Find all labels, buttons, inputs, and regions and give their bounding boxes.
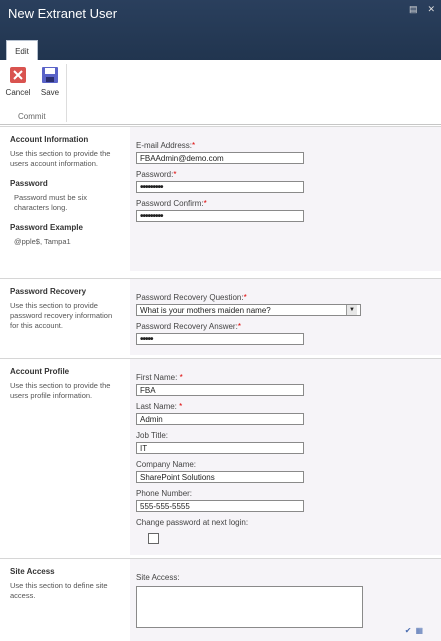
check-names-icon[interactable]: ✔ <box>405 626 412 635</box>
section-title: Password Recovery <box>10 287 87 296</box>
recovery-question-select[interactable]: What is your mothers maiden name? ▼ <box>136 304 361 316</box>
change-password-label: Change password at next login: <box>136 518 249 527</box>
first-name-field[interactable]: FBA <box>136 384 304 396</box>
save-icon <box>41 66 59 84</box>
section-desc: Use this section to define site access. <box>10 581 108 600</box>
window-controls: ▤ ✕ <box>409 4 435 15</box>
company-label: Company Name: <box>136 460 197 469</box>
save-label: Save <box>40 88 60 97</box>
first-name-label: First Name: * <box>136 373 183 382</box>
close-icon[interactable]: ✕ <box>427 4 435 15</box>
password-confirm-label: Password Confirm:* <box>136 199 207 208</box>
section-profile: Account Profile Use this section to prov… <box>0 358 441 555</box>
section-title: Site Access <box>10 567 55 576</box>
form-content: Account Information Use this section to … <box>0 126 441 641</box>
section-account-fields: E-mail Address:* FBAAdmin@demo.com Passw… <box>130 127 441 271</box>
password-example-heading: Password Example <box>10 223 83 232</box>
password-confirm-field[interactable]: ••••••••• <box>136 210 304 222</box>
section-site-fields: Site Access: ✔ ▦ <box>130 559 441 641</box>
recovery-answer-label: Password Recovery Answer:* <box>136 322 241 331</box>
section-desc: Use this section to provide the users ac… <box>10 149 111 168</box>
ribbon-divider <box>66 64 67 122</box>
site-access-label: Site Access: <box>136 573 180 582</box>
section-desc: Use this section to provide the users pr… <box>10 381 111 400</box>
phone-label: Phone Number: <box>136 489 193 498</box>
section-profile-fields: First Name: * FBA Last Name: * Admin Job… <box>130 359 441 555</box>
company-field[interactable]: SharePoint Solutions <box>136 471 304 483</box>
section-recovery: Password Recovery Use this section to pr… <box>0 278 441 355</box>
title-bar: New Extranet User ▤ ✕ Edit <box>0 0 441 61</box>
email-field[interactable]: FBAAdmin@demo.com <box>136 152 304 164</box>
chevron-down-icon[interactable]: ▼ <box>346 305 357 315</box>
phone-field[interactable]: 555-555-5555 <box>136 500 304 512</box>
section-title: Account Information <box>10 135 89 144</box>
password-field[interactable]: ••••••••• <box>136 181 304 193</box>
save-button[interactable]: Save <box>36 66 64 97</box>
recovery-question-label: Password Recovery Question:* <box>136 293 247 302</box>
section-site-info: Site Access Use this section to define s… <box>0 559 130 641</box>
password-desc: Password must be six characters long. <box>14 193 87 212</box>
cancel-button[interactable]: Cancel <box>4 66 32 97</box>
address-book-icon[interactable]: ▦ <box>415 626 423 635</box>
menu-icon[interactable]: ▤ <box>409 4 418 15</box>
last-name-field[interactable]: Admin <box>136 413 304 425</box>
recovery-answer-field[interactable]: ••••• <box>136 333 304 345</box>
cancel-icon <box>9 66 27 84</box>
job-title-label: Job Title: <box>136 431 169 440</box>
change-password-checkbox[interactable] <box>148 533 159 544</box>
cancel-label: Cancel <box>5 88 31 97</box>
section-account-info: Account Information Use this section to … <box>0 127 130 271</box>
section-profile-info: Account Profile Use this section to prov… <box>0 359 130 555</box>
section-account: Account Information Use this section to … <box>0 126 441 271</box>
section-site: Site Access Use this section to define s… <box>0 558 441 641</box>
password-example-value: @pple$, Tampa1 <box>14 237 71 246</box>
password-heading: Password <box>10 179 48 188</box>
section-recovery-fields: Password Recovery Question:* What is you… <box>130 279 441 355</box>
password-label: Password:* <box>136 170 177 179</box>
last-name-label: Last Name: * <box>136 402 183 411</box>
email-label: E-mail Address:* <box>136 141 196 150</box>
section-desc: Use this section to provide password rec… <box>10 301 113 330</box>
job-title-field[interactable]: IT <box>136 442 304 454</box>
section-recovery-info: Password Recovery Use this section to pr… <box>0 279 130 355</box>
site-access-field[interactable] <box>136 586 363 628</box>
commit-group-label: Commit <box>18 112 46 121</box>
people-picker-tools: ✔ ▦ <box>405 626 423 635</box>
tab-edit[interactable]: Edit <box>6 40 38 61</box>
section-title: Account Profile <box>10 367 70 376</box>
window-title: New Extranet User <box>8 6 118 21</box>
